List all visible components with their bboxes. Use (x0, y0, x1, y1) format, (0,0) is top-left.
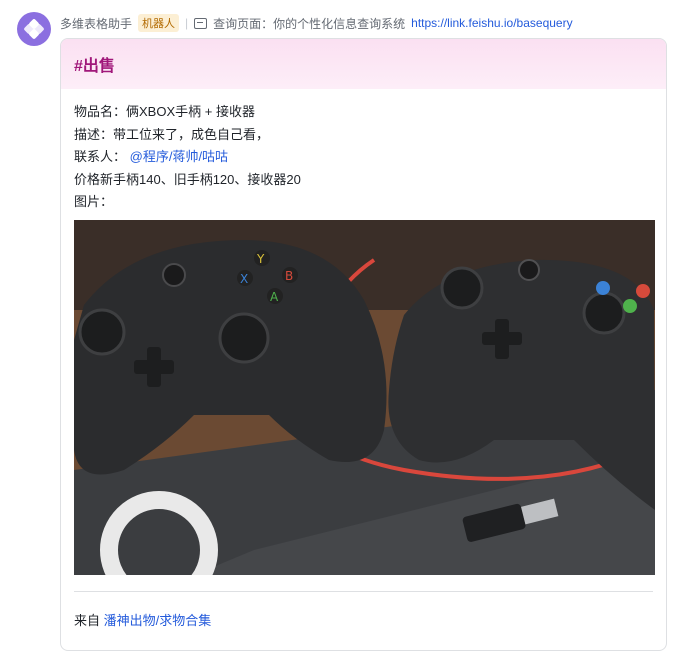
footer-source-link[interactable]: 潘神出物/求物合集 (104, 613, 212, 628)
card-body: 物品名：俩XBOX手柄 + 接收器 描述：带工位来了，成色自己看， 联系人： @… (61, 89, 666, 629)
card-footer: 来自 潘神出物/求物合集 (74, 592, 653, 629)
bot-name[interactable]: 多维表格助手 (60, 15, 132, 32)
svg-text:X: X (240, 272, 248, 286)
footer-prefix: 来自 (74, 612, 101, 628)
description-line: 描述：带工位来了，成色自己看， (74, 124, 653, 147)
document-icon (194, 17, 208, 29)
contact-mention[interactable]: @程序/蒋帅/咕咕 (130, 149, 228, 164)
message-header: 多维表格助手 机器人 | 查询页面：你的个性化信息查询系统 https://li… (60, 14, 573, 32)
item-name-line: 物品名：俩XBOX手柄 + 接收器 (74, 101, 653, 124)
card-title: #出售 (74, 58, 115, 75)
price-line: 价格新手柄140、旧手柄120、接收器20 (74, 171, 301, 187)
contact-line: 联系人： @程序/蒋帅/咕咕 (74, 146, 653, 169)
card-header: #出售 (61, 39, 666, 89)
contact-label: 联系人： (74, 149, 127, 164)
bot-badge: 机器人 (138, 14, 180, 32)
bot-avatar[interactable] (17, 12, 51, 46)
bitable-logo-icon (24, 19, 44, 39)
chat-message: 多维表格助手 机器人 | 查询页面：你的个性化信息查询系统 https://li… (0, 0, 687, 661)
svg-text:B: B (285, 269, 293, 283)
desc-label: 描述： (74, 126, 114, 142)
desc-value: 带工位来了，成色自己看， (113, 126, 270, 142)
product-photo[interactable]: Y X B A (74, 219, 655, 575)
image-label: 图片： (74, 194, 114, 209)
query-label: 查询页面：你的个性化信息查询系统 (213, 16, 406, 31)
svg-text:Y: Y (256, 252, 265, 266)
item-value: 俩XBOX手柄 + 接收器 (126, 104, 255, 119)
query-link[interactable]: https://link.feishu.io/basequery (411, 16, 572, 30)
item-label: 物品名： (74, 104, 127, 119)
header-separator: | (185, 16, 189, 30)
two-xbox-controllers-photo: Y X B A (74, 219, 655, 575)
message-card: #出售 物品名：俩XBOX手柄 + 接收器 描述：带工位来了，成色自己看， 联系… (60, 38, 667, 651)
svg-text:A: A (270, 290, 279, 304)
